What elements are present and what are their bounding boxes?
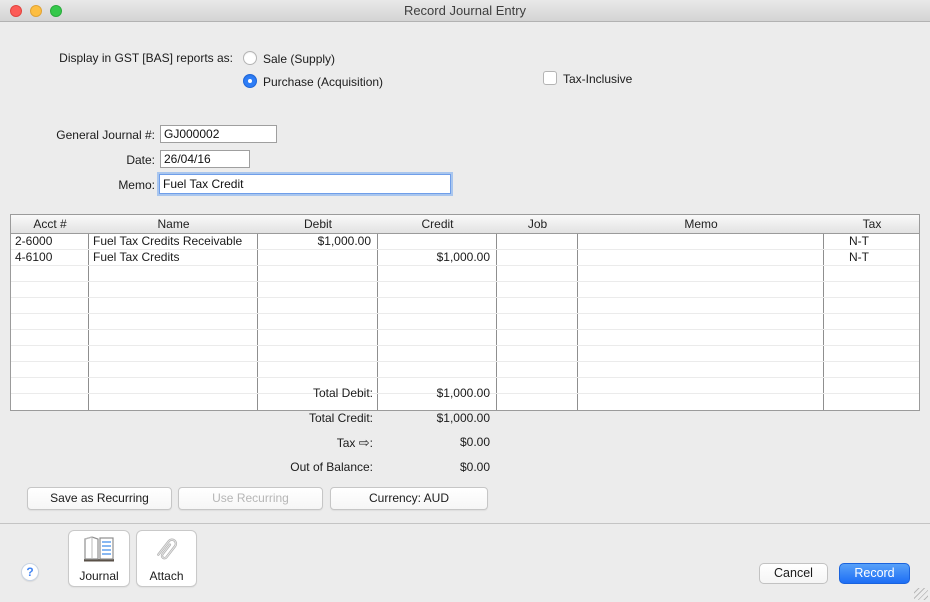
total-credit-label: Total Credit: (309, 411, 373, 425)
help-button[interactable]: ? (21, 563, 39, 581)
attach-button-label: Attach (149, 569, 183, 583)
cell-acct[interactable]: 2-6000 (11, 234, 89, 249)
table-empty-row[interactable] (11, 282, 919, 298)
cell-name[interactable]: Fuel Tax Credits Receivable (89, 234, 258, 249)
cancel-button[interactable]: Cancel (759, 563, 828, 584)
bottom-separator (0, 523, 930, 524)
journal-button-label: Journal (79, 569, 118, 583)
journal-button[interactable]: Journal (68, 530, 130, 587)
use-recurring-button: Use Recurring (178, 487, 323, 510)
radio-purchase-acquisition-label: Purchase (Acquisition) (263, 75, 383, 89)
date-input[interactable] (160, 150, 250, 168)
cell-debit[interactable] (258, 250, 378, 265)
column-header-job: Job (497, 215, 578, 233)
memo-input[interactable] (159, 174, 451, 194)
total-debit-label: Total Debit: (313, 386, 373, 400)
cell-memo[interactable] (578, 250, 824, 265)
table-empty-row[interactable] (11, 266, 919, 282)
radio-sale-supply[interactable] (243, 51, 257, 65)
radio-sale-supply-label: Sale (Supply) (263, 52, 335, 66)
journal-lines-table: Acct # Name Debit Credit Job Memo Tax 2-… (10, 214, 920, 411)
save-as-recurring-button[interactable]: Save as Recurring (27, 487, 172, 510)
paperclip-icon (150, 531, 184, 569)
cell-name[interactable]: Fuel Tax Credits (89, 250, 258, 265)
cell-tax[interactable]: N-T (824, 234, 920, 249)
memo-label: Memo: (118, 178, 155, 192)
cell-tax[interactable]: N-T (824, 250, 920, 265)
journal-number-label: General Journal #: (56, 128, 155, 142)
currency-button[interactable]: Currency: AUD (330, 487, 488, 510)
table-empty-row[interactable] (11, 298, 919, 314)
tax-label-colon: : (370, 436, 373, 450)
table-empty-row[interactable] (11, 362, 919, 378)
tax-inclusive-label: Tax-Inclusive (563, 72, 632, 86)
column-header-acct: Acct # (11, 215, 89, 233)
record-button[interactable]: Record (839, 563, 910, 584)
cell-memo[interactable] (578, 234, 824, 249)
column-header-credit: Credit (378, 215, 497, 233)
table-header-row: Acct # Name Debit Credit Job Memo Tax (11, 215, 919, 234)
journal-number-input[interactable] (160, 125, 277, 143)
record-journal-entry-window: Record Journal Entry Display in GST [BAS… (0, 0, 930, 602)
journal-book-icon (79, 531, 119, 569)
title-bar: Record Journal Entry (0, 0, 930, 22)
table-empty-row[interactable] (11, 346, 919, 362)
tax-total-value: $0.00 (460, 435, 490, 449)
tax-inclusive-checkbox[interactable] (543, 71, 557, 85)
cell-debit[interactable]: $1,000.00 (258, 234, 378, 249)
tax-label-text: Tax (337, 436, 356, 450)
cell-job[interactable] (497, 234, 578, 249)
gst-reports-label: Display in GST [BAS] reports as: (59, 51, 233, 65)
out-of-balance-label: Out of Balance: (290, 460, 373, 474)
column-header-name: Name (89, 215, 258, 233)
cell-credit[interactable]: $1,000.00 (378, 250, 497, 265)
window-title: Record Journal Entry (0, 3, 930, 18)
cell-credit[interactable] (378, 234, 497, 249)
radio-purchase-acquisition[interactable] (243, 74, 257, 88)
column-header-debit: Debit (258, 215, 378, 233)
attach-button[interactable]: Attach (136, 530, 197, 587)
total-credit-value: $1,000.00 (437, 411, 490, 425)
tax-zoom-arrow-icon[interactable]: ⇨ (359, 435, 370, 450)
table-row[interactable]: 2-6000 Fuel Tax Credits Receivable $1,00… (11, 234, 919, 250)
cell-job[interactable] (497, 250, 578, 265)
table-row[interactable]: 4-6100 Fuel Tax Credits $1,000.00 N-T (11, 250, 919, 266)
column-header-memo: Memo (578, 215, 824, 233)
window-resize-grip[interactable] (914, 588, 928, 600)
table-empty-row[interactable] (11, 330, 919, 346)
out-of-balance-value: $0.00 (460, 460, 490, 474)
tax-total-label: Tax ⇨: (337, 435, 373, 451)
total-debit-value: $1,000.00 (437, 386, 490, 400)
table-empty-row[interactable] (11, 314, 919, 330)
column-header-tax: Tax (824, 215, 920, 233)
cell-acct[interactable]: 4-6100 (11, 250, 89, 265)
date-label: Date: (126, 153, 155, 167)
